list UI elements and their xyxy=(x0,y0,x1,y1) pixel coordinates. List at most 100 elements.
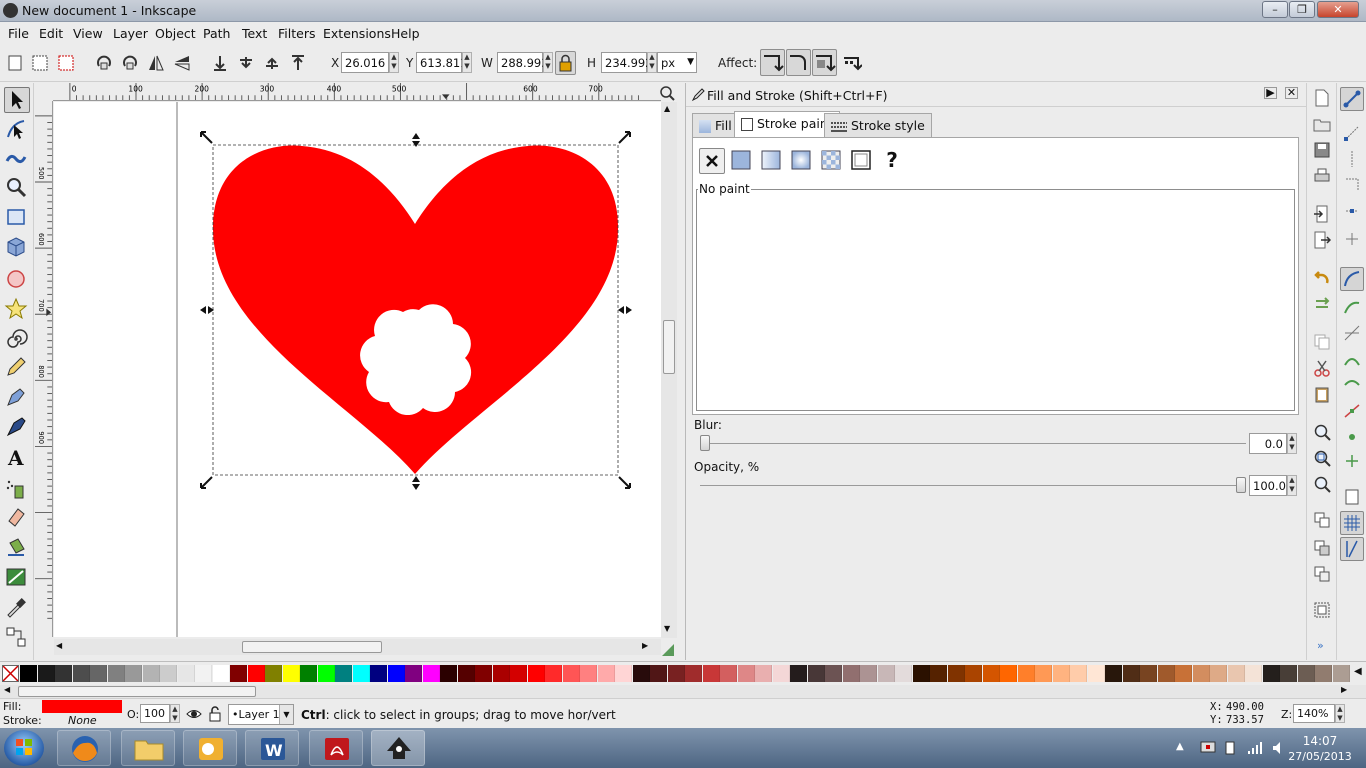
scroll-left-icon[interactable]: ◀ xyxy=(56,641,62,650)
color-swatch[interactable] xyxy=(720,665,737,682)
color-swatch[interactable] xyxy=(1280,665,1297,682)
scale-handle-w[interactable] xyxy=(200,306,214,314)
paste-icon[interactable] xyxy=(1313,385,1331,403)
taskbar-acrobat[interactable] xyxy=(309,730,363,766)
zoom-indicator-icon[interactable] xyxy=(659,85,675,101)
clock-date[interactable]: 27/05/2013 xyxy=(1284,750,1356,763)
fill-indicator[interactable] xyxy=(42,700,122,713)
color-swatch[interactable] xyxy=(1052,665,1070,682)
color-swatch[interactable] xyxy=(90,665,107,682)
menu-filters[interactable]: Filters xyxy=(278,26,315,41)
affect-gradients-button[interactable] xyxy=(812,49,837,76)
snap-page-border-icon[interactable] xyxy=(1342,487,1362,507)
color-swatch[interactable] xyxy=(317,665,335,682)
no-color-swatch[interactable] xyxy=(2,665,19,682)
spiral-tool[interactable] xyxy=(4,327,30,353)
copy-icon[interactable] xyxy=(1313,333,1331,351)
tab-stroke-style[interactable]: Stroke style xyxy=(824,113,932,137)
opacity-stepper[interactable]: ▲ ▼ xyxy=(1287,475,1297,496)
color-swatch[interactable] xyxy=(667,665,685,682)
move-patterns-icon[interactable] xyxy=(842,54,862,72)
rotate-ccw-icon[interactable] xyxy=(95,54,113,72)
color-swatch[interactable] xyxy=(912,665,930,682)
network-signal-icon[interactable] xyxy=(1247,741,1263,755)
unset-paint-button[interactable]: ? xyxy=(879,148,905,174)
raise-icon[interactable] xyxy=(263,54,281,72)
color-swatch[interactable] xyxy=(772,665,790,682)
taskbar-inkscape[interactable] xyxy=(371,730,425,766)
color-swatch[interactable] xyxy=(982,665,1000,682)
maximize-button[interactable]: ❐ xyxy=(1289,1,1315,18)
zoom-stepper[interactable]: ▲ ▼ xyxy=(1335,704,1345,723)
color-swatch[interactable] xyxy=(265,665,282,682)
color-swatch[interactable] xyxy=(930,665,947,682)
color-swatch[interactable] xyxy=(860,665,877,682)
cut-icon[interactable] xyxy=(1313,359,1331,377)
color-swatch[interactable] xyxy=(1122,665,1140,682)
eraser-tool[interactable] xyxy=(4,505,30,531)
menu-object[interactable]: Object xyxy=(155,26,196,41)
snap-paths-icon[interactable] xyxy=(1342,297,1362,317)
vertical-scrollbar[interactable]: ▲ ▼ xyxy=(661,102,677,638)
stroke-indicator[interactable]: None xyxy=(68,714,97,727)
device-icon[interactable] xyxy=(1222,740,1238,756)
color-swatch[interactable] xyxy=(177,665,195,682)
no-paint-button[interactable] xyxy=(699,148,725,174)
color-swatch[interactable] xyxy=(282,665,300,682)
color-swatch[interactable] xyxy=(1105,665,1122,682)
color-swatch[interactable] xyxy=(807,665,825,682)
canvas-drawing[interactable] xyxy=(54,102,661,637)
snap-smooth-nodes-icon[interactable] xyxy=(1342,375,1362,395)
color-swatch[interactable] xyxy=(1297,665,1315,682)
color-swatch[interactable] xyxy=(947,665,965,682)
color-swatch[interactable] xyxy=(1017,665,1035,682)
color-swatch[interactable] xyxy=(1332,665,1350,682)
scale-handle-ne[interactable] xyxy=(618,131,631,144)
color-swatch[interactable] xyxy=(1245,665,1262,682)
snap-bbox-center-icon[interactable] xyxy=(1342,229,1362,249)
snap-bbox-corners-icon[interactable] xyxy=(1342,175,1362,195)
color-swatch[interactable] xyxy=(160,665,177,682)
color-swatch[interactable] xyxy=(545,665,562,682)
scale-handle-sw[interactable] xyxy=(200,476,213,489)
panel-iconify-button[interactable]: ▶ xyxy=(1264,87,1277,99)
color-swatch[interactable] xyxy=(1227,665,1245,682)
lower-to-bottom-icon[interactable] xyxy=(211,54,229,72)
ellipse-tool[interactable] xyxy=(4,267,30,293)
vertical-scroll-thumb[interactable] xyxy=(663,320,675,374)
color-swatch[interactable] xyxy=(1070,665,1087,682)
w-stepper[interactable]: ▲ ▼ xyxy=(543,52,553,73)
menu-layer[interactable]: Layer xyxy=(113,26,148,41)
color-swatch[interactable] xyxy=(1210,665,1227,682)
color-swatch[interactable] xyxy=(825,665,842,682)
color-swatch[interactable] xyxy=(440,665,457,682)
select-all-layers-icon[interactable] xyxy=(31,54,49,72)
scale-handle-nw[interactable] xyxy=(200,131,213,144)
blur-slider-handle[interactable] xyxy=(700,435,710,451)
swatch-button[interactable] xyxy=(849,148,875,174)
redo-icon[interactable] xyxy=(1313,295,1331,313)
zoom-selection-icon[interactable] xyxy=(1313,423,1331,441)
action-center-icon[interactable] xyxy=(1200,741,1216,755)
unit-select[interactable]: px ▼ xyxy=(657,52,697,73)
opacity-stepper[interactable]: ▲ ▼ xyxy=(170,704,180,723)
palette-scroll-thumb[interactable] xyxy=(18,686,256,697)
snap-bbox-edges-icon[interactable] xyxy=(1342,149,1362,169)
clock-time[interactable]: 14:07 xyxy=(1296,734,1344,748)
node-tool[interactable] xyxy=(4,117,30,143)
color-swatch[interactable] xyxy=(1262,665,1280,682)
minimize-button[interactable]: – xyxy=(1262,1,1288,18)
color-swatch[interactable] xyxy=(300,665,317,682)
snap-rotation-center-icon[interactable] xyxy=(1342,451,1362,471)
color-swatch[interactable] xyxy=(650,665,667,682)
color-swatch[interactable] xyxy=(755,665,772,682)
color-swatch[interactable] xyxy=(125,665,142,682)
color-swatch[interactable] xyxy=(55,665,72,682)
color-swatch[interactable] xyxy=(615,665,632,682)
color-swatch[interactable] xyxy=(1192,665,1210,682)
color-swatch[interactable] xyxy=(387,665,405,682)
color-swatch[interactable] xyxy=(527,665,545,682)
color-swatch[interactable] xyxy=(1157,665,1175,682)
blur-input[interactable]: 0.0 xyxy=(1249,433,1287,454)
snap-bbox-midpoints-icon[interactable] xyxy=(1342,201,1362,221)
